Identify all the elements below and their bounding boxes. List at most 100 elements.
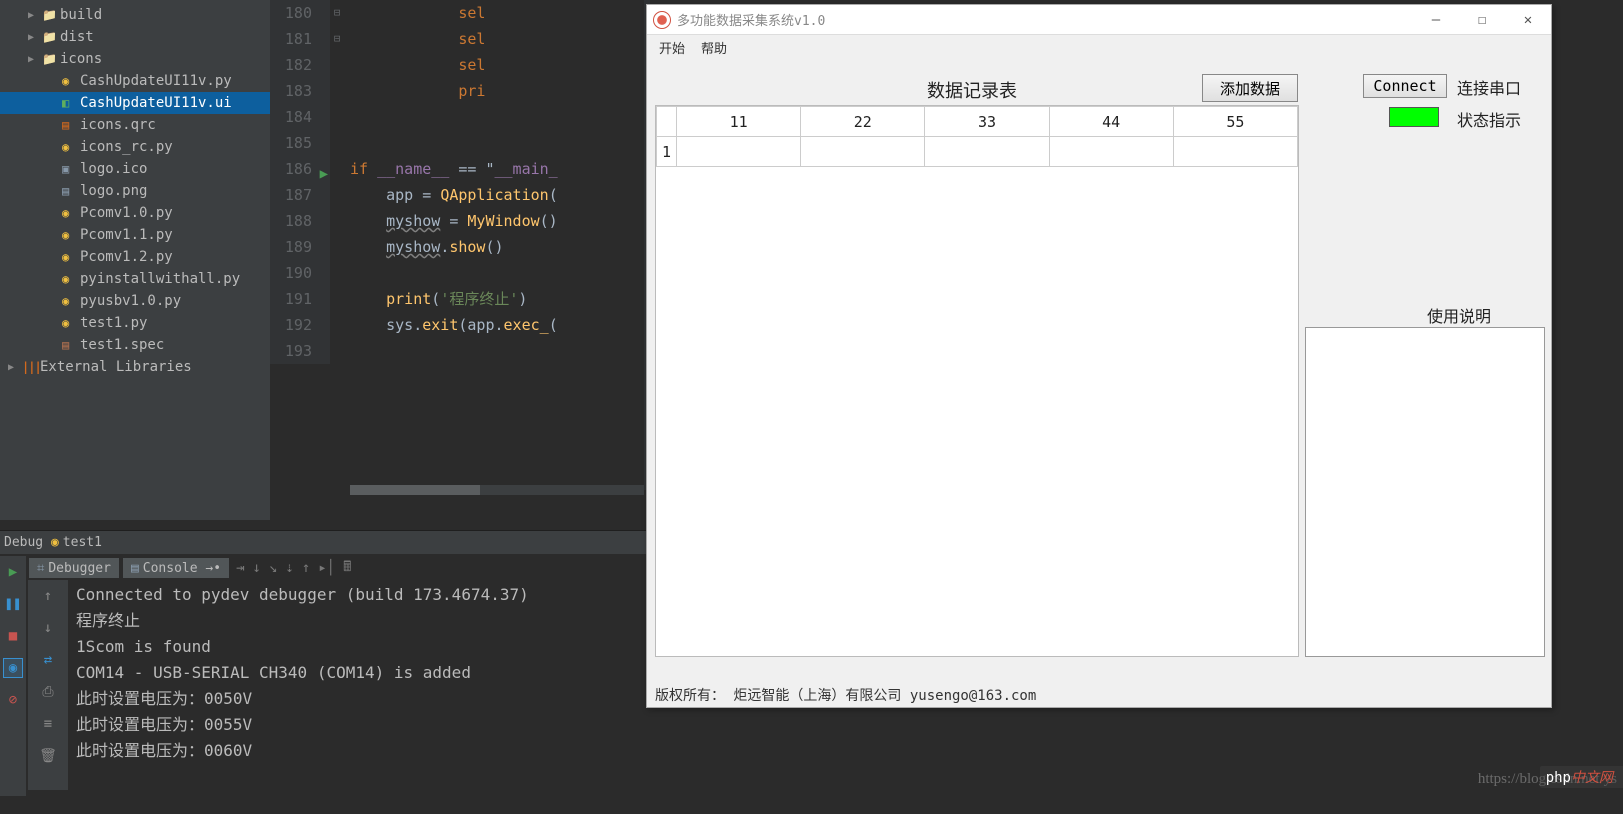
py-icon — [62, 140, 80, 154]
table-cell[interactable] — [1049, 137, 1173, 167]
step-out-button[interactable]: ↑ — [302, 560, 310, 576]
py-icon — [62, 272, 80, 286]
view-breakpoints-button[interactable]: ◉ — [3, 658, 23, 678]
project-file-tree[interactable]: ▶build▶dist▶iconsCashUpdateUI11v.pyCashU… — [0, 0, 270, 520]
file-tree-item[interactable]: icons.qrc — [0, 114, 270, 136]
file-tree-item[interactable]: ▶ External Libraries — [0, 356, 270, 378]
tab-console[interactable]: ▤Console →• — [122, 557, 230, 579]
data-table[interactable]: 1122334455 1 — [655, 105, 1299, 657]
connect-button[interactable]: Connect — [1363, 74, 1447, 98]
window-close-button[interactable]: ✕ — [1505, 5, 1551, 35]
table-cell[interactable] — [801, 137, 925, 167]
file-tree-item[interactable]: pyinstallwithall.py — [0, 268, 270, 290]
file-name: logo.png — [80, 183, 147, 199]
py-icon — [62, 228, 80, 242]
file-tree-item[interactable]: logo.ico — [0, 158, 270, 180]
console-output[interactable]: Connected to pydev debugger (build 173.4… — [76, 582, 646, 782]
editor-horizontal-scrollbar[interactable] — [350, 485, 644, 495]
console-line: Connected to pydev debugger (build 173.4… — [76, 582, 646, 608]
code-gutter: 180181182183184185▶186187188189190191192… — [270, 0, 330, 364]
step-into-mycode-button[interactable]: ↘ — [269, 560, 277, 576]
status-indicator-light — [1389, 107, 1439, 127]
mute-breakpoints-button[interactable]: ⊘ — [3, 690, 23, 710]
file-name: build — [60, 7, 102, 23]
file-tree-item[interactable]: test1.spec — [0, 334, 270, 356]
file-tree-item[interactable]: CashUpdateUI11v.py — [0, 70, 270, 92]
file-tree-item[interactable]: Pcomv1.2.py — [0, 246, 270, 268]
up-button[interactable]: ↑ — [38, 586, 58, 606]
file-tree-item[interactable]: CashUpdateUI11v.ui — [0, 92, 270, 114]
table-header[interactable]: 33 — [925, 107, 1049, 137]
folder-icon — [42, 30, 60, 44]
file-name: test1.py — [80, 315, 147, 331]
window-minimize-button[interactable]: — — [1413, 5, 1459, 35]
step-over-button[interactable]: ⇥ — [236, 560, 244, 576]
app-body: 数据记录表 添加数据 Connect 连接串口 状态指示 11223344551… — [647, 59, 1551, 683]
debug-label: Debug — [4, 535, 43, 550]
table-cell[interactable] — [677, 137, 801, 167]
file-name: CashUpdateUI11v.ui — [80, 95, 232, 111]
console-line: 此时设置电压为：0060V — [76, 738, 646, 764]
code-lines: sel sel sel pri if __name__ == "__main_ … — [350, 0, 558, 338]
table-cell[interactable] — [925, 137, 1049, 167]
py-icon — [62, 250, 80, 264]
file-tree-item[interactable]: Pcomv1.1.py — [0, 224, 270, 246]
file-name: Pcomv1.1.py — [80, 227, 173, 243]
fold-marks: ⊟⊟ — [330, 0, 344, 52]
down-button[interactable]: ↓ — [38, 618, 58, 638]
row-index: 1 — [657, 137, 677, 167]
file-tree-item[interactable]: logo.png — [0, 180, 270, 202]
menu-help[interactable]: 帮助 — [693, 36, 735, 59]
file-tree-item[interactable]: ▶dist — [0, 26, 270, 48]
table-title: 数据记录表 — [927, 77, 1017, 103]
scroll-lock-button[interactable]: ⎙ — [38, 682, 58, 702]
wrap-button[interactable]: ⇄ — [38, 650, 58, 670]
instructions-textbox[interactable] — [1305, 327, 1545, 657]
pause-button[interactable]: ❚❚ — [3, 594, 23, 614]
add-data-button[interactable]: 添加数据 — [1202, 74, 1298, 102]
python-icon: ◉ — [51, 535, 59, 550]
step-into-button[interactable]: ↓ — [253, 560, 261, 576]
console-line: 1Scom is found — [76, 634, 646, 660]
app-title: 多功能数据采集系统v1.0 — [677, 10, 1413, 29]
table-header[interactable]: 55 — [1173, 107, 1297, 137]
qrc-icon — [62, 118, 80, 132]
table-header[interactable]: 44 — [1049, 107, 1173, 137]
app-footer: 版权所有： 炬远智能（上海）有限公司 yusengo@163.com — [647, 683, 1551, 707]
file-tree-item[interactable]: ▶icons — [0, 48, 270, 70]
file-tree-item[interactable]: test1.py — [0, 312, 270, 334]
file-tree-item[interactable]: ▶build — [0, 4, 270, 26]
trash-button[interactable]: 🗑 — [38, 746, 58, 766]
py-icon — [62, 294, 80, 308]
app-titlebar[interactable]: 多功能数据采集系统v1.0 — ☐ ✕ — [647, 5, 1551, 35]
file-tree-item[interactable]: icons_rc.py — [0, 136, 270, 158]
chevron-icon: ▶ — [28, 54, 42, 65]
file-name: icons_rc.py — [80, 139, 173, 155]
table-header[interactable]: 11 — [677, 107, 801, 137]
lib-icon — [22, 360, 40, 374]
file-tree-item[interactable]: Pcomv1.0.py — [0, 202, 270, 224]
table-header[interactable]: 22 — [801, 107, 925, 137]
file-name: External Libraries — [40, 359, 192, 375]
app-menubar: 开始 帮助 — [647, 35, 1551, 59]
clear-button[interactable]: ≡ — [38, 714, 58, 734]
stop-button[interactable]: ■ — [3, 626, 23, 646]
window-maximize-button[interactable]: ☐ — [1459, 5, 1505, 35]
run-to-cursor-button[interactable]: ▸│ — [318, 560, 335, 576]
py-icon — [62, 316, 80, 330]
file-name: CashUpdateUI11v.py — [80, 73, 232, 89]
code-editor[interactable]: 180181182183184185▶186187188189190191192… — [270, 0, 650, 495]
tab-debugger[interactable]: ⌗Debugger — [28, 557, 120, 579]
file-tree-item[interactable]: pyusbv1.0.py — [0, 290, 270, 312]
menu-start[interactable]: 开始 — [651, 36, 693, 59]
table-cell[interactable] — [1173, 137, 1297, 167]
ui-icon — [62, 96, 80, 110]
app-icon — [653, 11, 671, 29]
debugger-icon: ⌗ — [37, 561, 44, 576]
file-name: logo.ico — [80, 161, 147, 177]
evaluate-button[interactable]: 🖩 — [343, 556, 351, 580]
force-step-into-button[interactable]: ⇣ — [285, 560, 293, 576]
chevron-icon: ▶ — [8, 362, 22, 373]
py-icon — [62, 206, 80, 220]
resume-button[interactable]: ▶ — [3, 562, 23, 582]
